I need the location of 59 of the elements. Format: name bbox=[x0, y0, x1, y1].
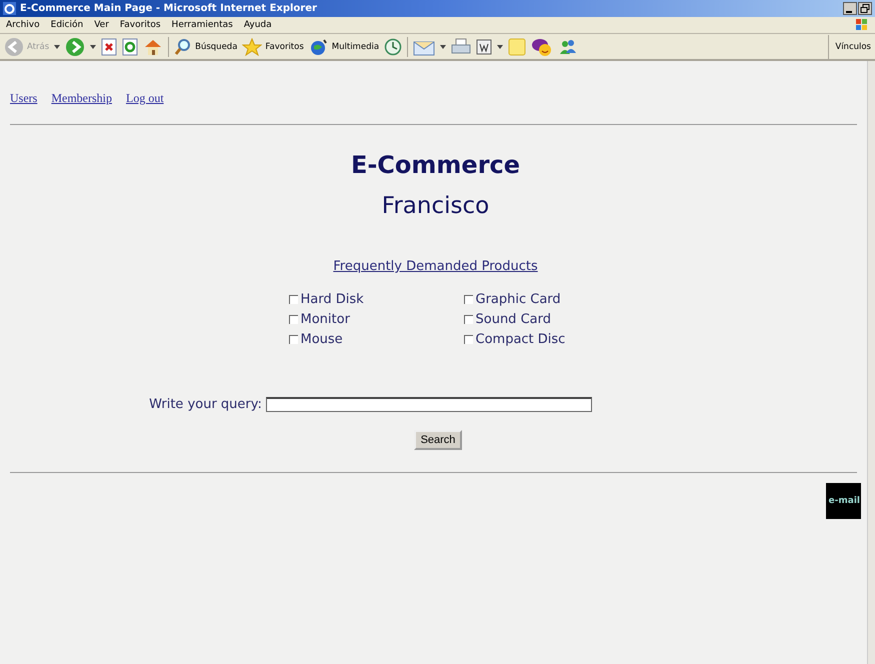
windows-flag-icon bbox=[855, 18, 869, 32]
toolbar-icon-button[interactable] bbox=[143, 38, 164, 56]
query-input[interactable] bbox=[266, 397, 592, 412]
checkbox-label: Mouse bbox=[300, 332, 343, 347]
checkbox[interactable] bbox=[288, 335, 298, 344]
toolbar-icon-button[interactable] bbox=[384, 38, 402, 56]
toolbar-button[interactable]: Favoritos bbox=[242, 38, 304, 56]
nav-link[interactable]: Log out bbox=[126, 91, 164, 106]
email-badge[interactable]: e-mail bbox=[826, 483, 861, 519]
links-button[interactable]: Vínculos bbox=[828, 34, 871, 58]
checkbox[interactable] bbox=[464, 315, 472, 324]
checkbox-label: Compact Disc bbox=[476, 332, 566, 347]
refresh-icon bbox=[122, 38, 138, 56]
dropdown-arrow-icon[interactable] bbox=[440, 44, 446, 48]
scroll-bar[interactable] bbox=[867, 61, 875, 664]
checkbox[interactable] bbox=[464, 335, 472, 344]
checkbox-label: Sound Card bbox=[476, 312, 551, 327]
checkbox-label: Monitor bbox=[300, 312, 350, 327]
browser-logo-icon bbox=[3, 2, 16, 15]
menu-item[interactable]: Herramientas bbox=[172, 20, 233, 30]
menu-item[interactable]: Ver bbox=[94, 20, 109, 30]
menu-item[interactable]: Archivo bbox=[6, 20, 40, 30]
site-heading: E-Commerce bbox=[350, 151, 520, 179]
window-title: E-Commerce Main Page - Microsoft Internet Explorer bbox=[20, 3, 317, 14]
checkbox-label: Graphic Card bbox=[476, 292, 561, 307]
globe-icon bbox=[308, 38, 329, 56]
user-name: Francisco bbox=[382, 193, 490, 219]
checkbox[interactable] bbox=[288, 295, 298, 304]
nav-link[interactable]: Membership bbox=[51, 91, 112, 106]
sticky-note-icon bbox=[508, 38, 526, 56]
dropdown-arrow-icon[interactable] bbox=[90, 44, 96, 48]
search-button[interactable]: Search bbox=[414, 430, 462, 450]
clock-icon bbox=[384, 38, 402, 56]
toolbar-button[interactable]: Búsqueda bbox=[174, 38, 238, 56]
query-label: Write your query: bbox=[149, 397, 262, 412]
toolbar-icon-button[interactable] bbox=[101, 38, 118, 56]
document-icon bbox=[476, 38, 492, 54]
printer-icon bbox=[451, 38, 472, 56]
stop-icon bbox=[101, 38, 118, 56]
minimize-icon[interactable] bbox=[843, 2, 857, 15]
nav-link[interactable]: Users bbox=[10, 91, 38, 106]
dropdown-arrow-icon[interactable] bbox=[497, 44, 504, 48]
people-icon bbox=[558, 38, 578, 56]
chat-icon bbox=[531, 36, 554, 56]
checkbox[interactable] bbox=[464, 295, 472, 304]
checkbox-label: Hard Disk bbox=[300, 292, 364, 307]
search-icon bbox=[174, 38, 192, 56]
menu-item[interactable]: Favoritos bbox=[120, 20, 161, 30]
toolbar-icon-button[interactable] bbox=[531, 36, 554, 56]
products-link[interactable]: Frequently Demanded Products bbox=[333, 259, 538, 274]
toolbar-icon-button[interactable] bbox=[476, 38, 492, 54]
restore-icon[interactable] bbox=[858, 2, 872, 15]
star-icon bbox=[242, 38, 262, 56]
home-icon bbox=[143, 38, 164, 56]
menu-item[interactable]: Ayuda bbox=[244, 20, 272, 30]
menu-item[interactable]: Edición bbox=[50, 20, 84, 30]
toolbar-button[interactable]: Multimedia bbox=[308, 38, 380, 56]
checkbox[interactable] bbox=[288, 315, 298, 324]
dropdown-arrow-icon[interactable] bbox=[54, 44, 60, 48]
